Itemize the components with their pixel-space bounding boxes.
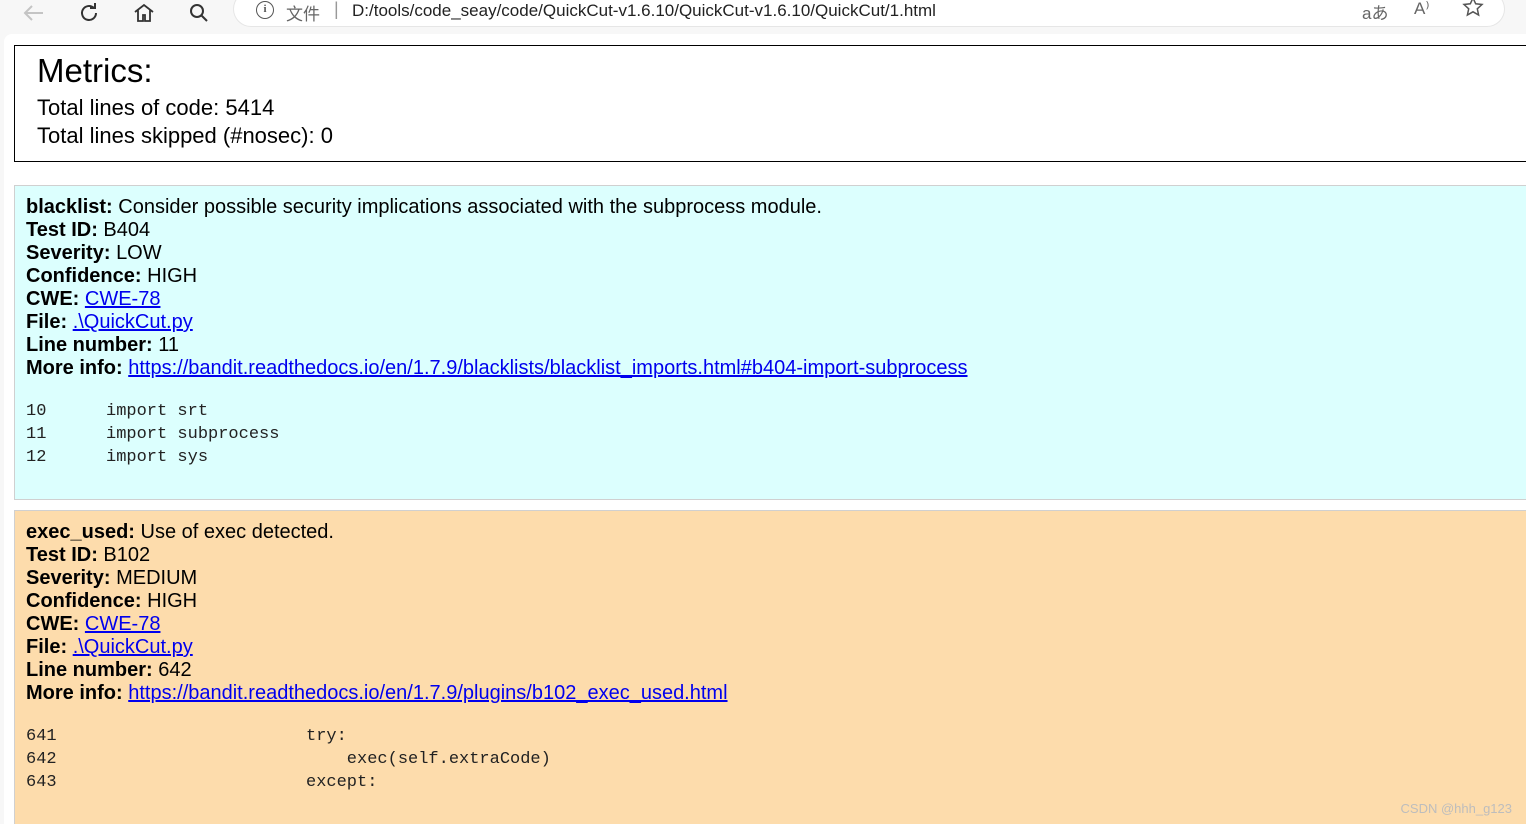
code-line: 643 except:	[26, 773, 377, 792]
home-icon	[134, 3, 154, 22]
line-number-label: Line number:	[26, 334, 153, 356]
confidence-row: Confidence: HIGH	[26, 590, 197, 613]
code-line-number: 12	[26, 448, 47, 467]
code-line-text: import sys	[106, 448, 209, 467]
issue-description: Consider possible security implications …	[118, 196, 822, 218]
home-button[interactable]	[128, 0, 160, 26]
issue-title: exec_used: Use of exec detected.	[26, 521, 334, 544]
file-row: File: .\QuickCut.py	[26, 311, 193, 334]
severity-label: Severity:	[26, 567, 111, 589]
code-line-text: import subprocess	[106, 425, 280, 444]
total-lines-value: 5414	[225, 95, 275, 120]
cwe-row: CWE: CWE-78	[26, 613, 160, 636]
code-line-number: 643	[26, 773, 57, 792]
confidence-value: HIGH	[147, 265, 198, 287]
code-line: 12 import sys	[26, 448, 208, 467]
code-line: 11 import subprocess	[26, 425, 279, 444]
code-line-number: 10	[26, 402, 47, 421]
severity-row: Severity: LOW	[26, 242, 162, 265]
code-line-number: 642	[26, 750, 57, 769]
skipped-lines-metric: Total lines skipped (#nosec): 0	[37, 123, 333, 149]
read-aloud-icon[interactable]: A⁾	[1414, 0, 1430, 19]
code-line-text: exec(self.extraCode)	[306, 750, 551, 769]
severity-value: MEDIUM	[116, 567, 198, 589]
issue-card-low: blacklist: Consider possible security im…	[14, 185, 1526, 500]
address-bar[interactable]: i 文件 | D:/tools/code_seay/code/QuickCut-…	[234, 0, 1504, 26]
info-icon[interactable]: i	[256, 1, 274, 19]
confidence-value: HIGH	[147, 590, 198, 612]
cwe-label: CWE:	[26, 613, 80, 635]
more-info-row: More info: https://bandit.readthedocs.io…	[26, 682, 728, 705]
translate-icon[interactable]: aあ	[1362, 0, 1388, 24]
code-line-text: import srt	[106, 402, 209, 421]
code-line: 10 import srt	[26, 402, 208, 421]
refresh-button[interactable]	[73, 0, 105, 26]
more-info-label: More info:	[26, 357, 123, 379]
issue-title: blacklist: Consider possible security im…	[26, 196, 822, 219]
more-info-label: More info:	[26, 682, 123, 704]
line-number-row: Line number: 11	[26, 334, 179, 357]
code-line-text: except:	[306, 773, 378, 792]
issue-name: exec_used:	[26, 521, 135, 543]
severity-label: Severity:	[26, 242, 111, 264]
test-id-label: Test ID:	[26, 544, 98, 566]
test-id-value: B102	[103, 544, 151, 566]
refresh-icon	[81, 3, 97, 21]
line-number-value: 642	[158, 659, 192, 681]
test-id-label: Test ID:	[26, 219, 98, 241]
skipped-lines-label: Total lines skipped (#nosec):	[37, 123, 315, 148]
severity-value: LOW	[116, 242, 162, 264]
line-number-value: 11	[158, 334, 179, 356]
code-line-number: 11	[26, 425, 47, 444]
severity-row: Severity: MEDIUM	[26, 567, 197, 590]
file-link[interactable]: .\QuickCut.py	[73, 636, 193, 658]
cwe-link[interactable]: CWE-78	[85, 613, 161, 635]
cwe-row: CWE: CWE-78	[26, 288, 160, 311]
search-icon	[190, 4, 208, 22]
code-line: 642 exec(self.extraCode)	[26, 750, 551, 769]
code-line-number: 641	[26, 727, 57, 746]
browser-toolbar: i 文件 | D:/tools/code_seay/code/QuickCut-…	[0, 0, 1526, 30]
metrics-title: Metrics:	[37, 52, 153, 89]
page-viewport: Metrics: Total lines of code: 5414 Total…	[4, 34, 1526, 824]
line-number-label: Line number:	[26, 659, 153, 681]
watermark: CSDN @hhh_g123	[1400, 801, 1512, 816]
url-separator: |	[334, 0, 339, 19]
more-info-row: More info: https://bandit.readthedocs.io…	[26, 357, 968, 380]
total-lines-label: Total lines of code:	[37, 95, 220, 120]
metrics-panel: Metrics: Total lines of code: 5414 Total…	[14, 45, 1526, 162]
confidence-label: Confidence:	[26, 265, 142, 287]
test-id-value: B404	[103, 219, 151, 241]
test-id-row: Test ID: B102	[26, 544, 150, 567]
test-id-row: Test ID: B404	[26, 219, 150, 242]
cwe-link[interactable]: CWE-78	[85, 288, 161, 310]
more-info-link[interactable]: https://bandit.readthedocs.io/en/1.7.9/b…	[128, 357, 967, 379]
skipped-lines-value: 0	[320, 123, 333, 148]
file-link[interactable]: .\QuickCut.py	[73, 311, 193, 333]
line-number-row: Line number: 642	[26, 659, 192, 682]
total-lines-metric: Total lines of code: 5414	[37, 95, 274, 121]
file-row: File: .\QuickCut.py	[26, 636, 193, 659]
issue-card-medium: exec_used: Use of exec detected. Test ID…	[14, 510, 1526, 824]
back-button[interactable]	[18, 0, 50, 26]
confidence-row: Confidence: HIGH	[26, 265, 197, 288]
code-line-text: try:	[306, 727, 347, 746]
issue-description: Use of exec detected.	[140, 521, 334, 543]
url-text[interactable]: D:/tools/code_seay/code/QuickCut-v1.6.10…	[352, 1, 936, 21]
file-label: File:	[26, 636, 68, 658]
favorite-star-icon[interactable]	[1462, 0, 1484, 23]
issue-name: blacklist:	[26, 196, 113, 218]
code-line: 641 try:	[26, 727, 347, 746]
more-info-link[interactable]: https://bandit.readthedocs.io/en/1.7.9/p…	[128, 682, 727, 704]
search-button[interactable]	[183, 0, 215, 26]
confidence-label: Confidence:	[26, 590, 142, 612]
cwe-label: CWE:	[26, 288, 80, 310]
arrow-left-icon	[23, 5, 43, 21]
url-scheme-label: 文件	[286, 5, 320, 24]
file-label: File:	[26, 311, 68, 333]
